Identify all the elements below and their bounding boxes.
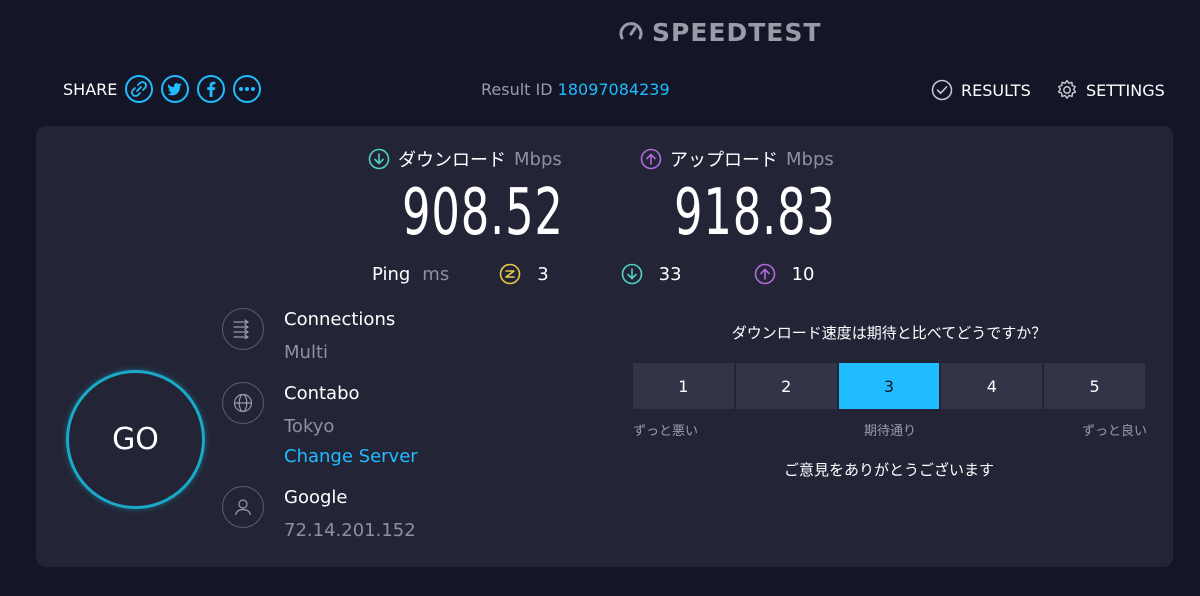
download-arrow-icon (368, 148, 390, 170)
connections-value: Multi (284, 342, 328, 363)
go-button[interactable]: GO (66, 370, 205, 509)
twitter-icon[interactable] (161, 75, 190, 103)
ping-idle-value: 3 (537, 263, 549, 285)
isp-info: Google 72.14.201.152 (222, 486, 416, 543)
check-circle-icon (931, 79, 953, 101)
ping-upload-value: 10 (791, 263, 815, 285)
speedtest-logo[interactable]: SPEEDTEST (618, 16, 821, 48)
server-title: Contabo (284, 383, 360, 404)
gauge-icon (619, 22, 643, 40)
isp-ip: 72.14.201.152 (284, 520, 416, 541)
download-metric: ダウンロード Mbps 908.52 (368, 146, 609, 250)
change-server-link[interactable]: Change Server (284, 445, 418, 469)
rating-5-button[interactable]: 5 (1044, 363, 1145, 409)
ping-row: Ping ms 3 33 10 (372, 262, 886, 286)
link-icon[interactable] (125, 75, 154, 103)
settings-button[interactable]: SETTINGS (1056, 79, 1165, 101)
download-label: ダウンロード (398, 150, 506, 171)
upload-label: アップロード (670, 150, 778, 171)
survey-question: ダウンロード速度は期待と比べてどうですか？ (731, 324, 1047, 342)
isp-title: Google (284, 487, 348, 508)
label-as-expected: 期待通り (863, 424, 916, 439)
ping-download: 33 (621, 263, 682, 285)
results-label: RESULTS (961, 80, 1031, 100)
result-id-link[interactable]: 18097084239 (558, 80, 670, 99)
share-bar: SHARE (63, 72, 262, 106)
share-label: SHARE (63, 79, 118, 99)
ping-label: Ping (372, 263, 411, 285)
more-icon[interactable] (233, 75, 262, 103)
result-id: Result ID 18097084239 (481, 80, 670, 99)
survey-scale-labels: ずっと悪い 期待通り ずっと良い (633, 420, 1147, 439)
download-value: 908.52 (402, 176, 564, 250)
result-id-label: Result ID (481, 80, 553, 99)
facebook-icon[interactable] (197, 75, 226, 103)
ping-download-icon (621, 263, 642, 285)
user-icon (222, 486, 264, 528)
ping-upload-icon (754, 263, 775, 285)
upload-unit: Mbps (786, 148, 834, 170)
logo-text: SPEEDTEST (652, 17, 822, 47)
rating-3-button[interactable]: 3 (838, 363, 940, 409)
go-label: GO (112, 422, 159, 457)
upload-value: 918.83 (674, 176, 836, 250)
ping-download-value: 33 (658, 263, 682, 285)
globe-icon (222, 382, 264, 424)
rating-2-button[interactable]: 2 (735, 363, 837, 409)
ping-idle: 3 (499, 263, 549, 285)
label-much-better: ずっと良い (1081, 424, 1147, 439)
rating-4-button[interactable]: 4 (941, 363, 1043, 409)
server-location: Tokyo (284, 416, 335, 437)
server-info: Contabo Tokyo Change Server (222, 382, 418, 469)
label-much-worse: ずっと悪い (633, 424, 699, 439)
ping-unit: ms (422, 263, 450, 285)
connections-title: Connections (284, 309, 396, 330)
results-button[interactable]: RESULTS (931, 79, 1031, 101)
connections-icon (222, 308, 264, 350)
download-unit: Mbps (514, 148, 562, 170)
settings-label: SETTINGS (1086, 80, 1165, 100)
ping-idle-icon (499, 263, 521, 285)
connections-info: Connections Multi (222, 308, 395, 365)
ping-upload: 10 (754, 263, 815, 285)
rating-1-button[interactable]: 1 (633, 363, 734, 409)
survey-thanks: ご意見をありがとうございます (783, 461, 994, 479)
upload-metric: アップロード Mbps 918.83 (640, 146, 881, 250)
upload-arrow-icon (640, 148, 662, 170)
survey-rating: 1 2 3 4 5 (633, 363, 1145, 409)
gear-icon (1057, 79, 1077, 99)
